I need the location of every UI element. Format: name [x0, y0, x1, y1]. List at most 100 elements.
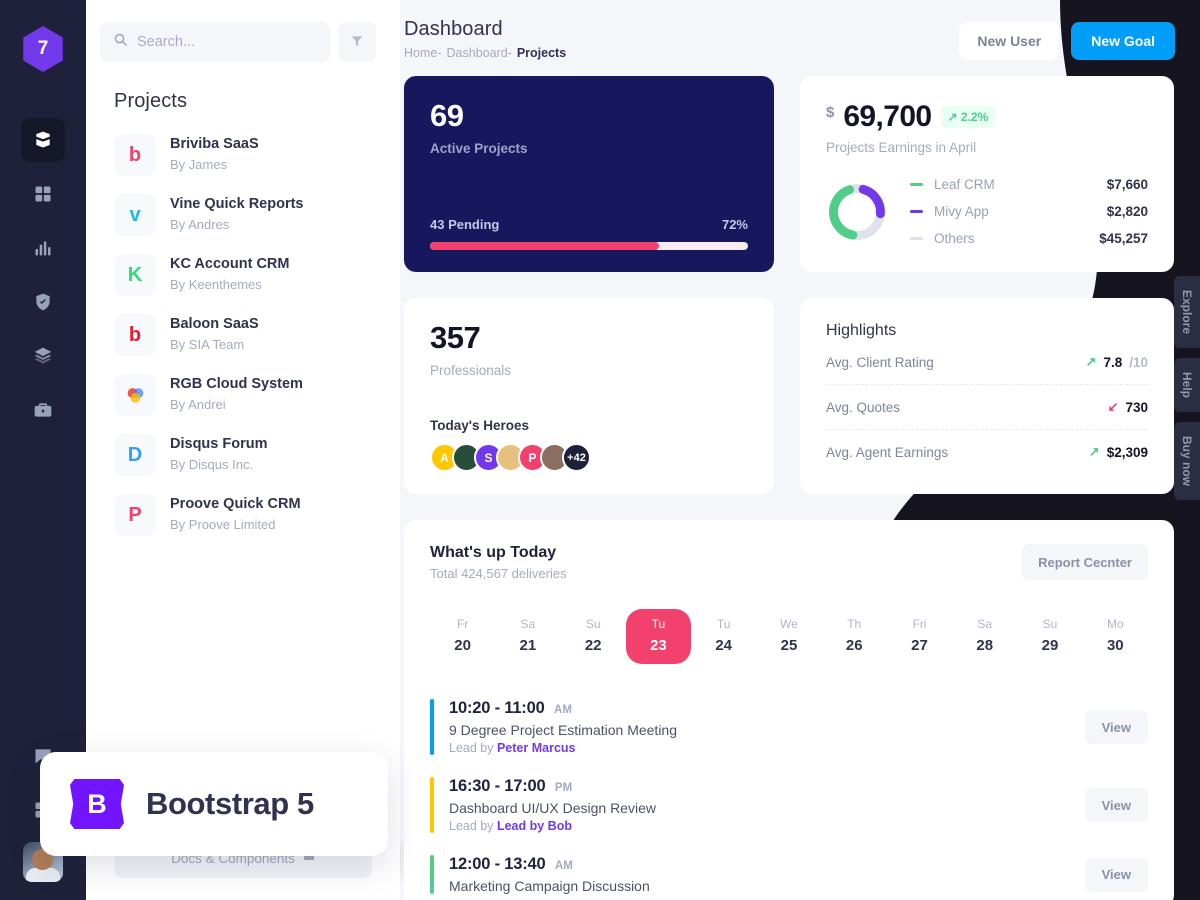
- project-logo-icon: [114, 374, 156, 416]
- arrow-up-icon: ↗: [1085, 354, 1097, 369]
- legend-swatch: [910, 183, 923, 186]
- search-box[interactable]: [100, 22, 330, 62]
- project-text: KC Account CRM By Keenthemes: [170, 255, 289, 294]
- currency-symbol: $: [826, 104, 835, 121]
- bootstrap-promo-badge: B Bootstrap 5: [40, 752, 388, 856]
- sidebar-item-analytics[interactable]: [21, 226, 65, 270]
- highlight-label: Avg. Client Rating: [826, 354, 934, 370]
- earnings-donut-chart: [829, 183, 885, 240]
- active-projects-card[interactable]: 69 Active Projects 43 Pending 72%: [404, 76, 774, 272]
- day-cell[interactable]: Mo 30: [1083, 609, 1148, 664]
- earnings-amount: 69,700: [843, 100, 932, 133]
- legend-label: Leaf CRM: [934, 177, 995, 192]
- day-cell[interactable]: Th 26: [822, 609, 887, 664]
- list-item[interactable]: v Vine Quick Reports By Andres: [86, 185, 400, 245]
- project-name: Briviba SaaS: [170, 136, 259, 153]
- day-number: 25: [780, 637, 798, 654]
- page-title: Dashboard: [404, 18, 503, 40]
- help-tab[interactable]: Help: [1174, 358, 1200, 413]
- project-logo-icon: v: [114, 194, 156, 236]
- day-cell[interactable]: Su 29: [1017, 609, 1082, 664]
- event-row[interactable]: 10:20 - 11:00 AM 9 Degree Project Estima…: [430, 690, 1148, 768]
- day-cell[interactable]: We 25: [756, 609, 821, 664]
- filter-button[interactable]: [338, 22, 376, 62]
- view-button[interactable]: View: [1084, 788, 1148, 822]
- day-of-week: Tu: [651, 617, 666, 631]
- buy-now-tab[interactable]: Buy now: [1174, 422, 1200, 501]
- project-logo-icon: P: [114, 494, 156, 536]
- event-lead-name[interactable]: Peter Marcus: [497, 741, 576, 755]
- list-item[interactable]: b Briviba SaaS By James: [86, 125, 400, 185]
- explore-tab[interactable]: Explore: [1174, 276, 1200, 349]
- list-item[interactable]: P Proove Quick CRM By Proove Limited: [86, 485, 400, 545]
- sidebar-item-security[interactable]: [21, 280, 65, 324]
- active-projects-count: 69: [430, 98, 464, 133]
- list-item[interactable]: K KC Account CRM By Keenthemes: [86, 245, 400, 305]
- legend-value: $2,820: [1106, 204, 1148, 219]
- event-row[interactable]: 16:30 - 17:00 PM Dashboard UI/UX Design …: [430, 768, 1148, 846]
- highlights-card[interactable]: Highlights Avg. Client Rating ↗ 7.8/10 A…: [800, 298, 1174, 494]
- day-number: 20: [454, 637, 471, 654]
- breadcrumb-item-dashboard[interactable]: Dashboard-: [447, 46, 512, 60]
- list-item[interactable]: b Baloon SaaS By SIA Team: [86, 305, 400, 365]
- new-goal-button[interactable]: New Goal: [1071, 22, 1175, 60]
- earnings-card[interactable]: $ 69,700 ↗ 2.2% Projects Earnings in Apr…: [800, 76, 1174, 272]
- page-header: Dashboard Home- Dashboard- Projects New …: [400, 0, 1200, 60]
- sidebar-item-layers[interactable]: [21, 334, 65, 378]
- header-actions: New User New Goal: [959, 18, 1175, 60]
- day-cell[interactable]: Fri 27: [887, 609, 952, 664]
- progress-labels: 43 Pending 72%: [430, 217, 748, 232]
- event-lead: Lead by Peter Marcus: [449, 741, 677, 755]
- cube-icon: [33, 130, 53, 150]
- list-item[interactable]: D Disqus Forum By Disqus Inc.: [86, 425, 400, 485]
- highlight-value-group: ↙ 730: [1108, 399, 1148, 415]
- professionals-card[interactable]: 357 Professionals Today's Heroes A S P +…: [404, 298, 774, 494]
- day-number: 28: [976, 637, 994, 654]
- day-of-week: We: [780, 617, 798, 631]
- day-cell[interactable]: Fr 20: [430, 609, 495, 664]
- earnings-change-badge: ↗ 2.2%: [940, 106, 996, 128]
- project-name: RGB Cloud System: [170, 376, 303, 393]
- view-button[interactable]: View: [1084, 857, 1148, 892]
- project-logo-icon: K: [114, 254, 156, 296]
- breadcrumb-item-home[interactable]: Home-: [404, 46, 442, 60]
- day-cell[interactable]: Su 22: [561, 609, 626, 664]
- panel-title: Projects: [114, 90, 188, 112]
- new-user-button[interactable]: New User: [959, 22, 1060, 60]
- progress-bar-fill: [430, 242, 659, 250]
- layers-icon: [33, 346, 53, 366]
- legend-row: Leaf CRM $7,660: [910, 177, 1148, 192]
- project-name: Disqus Forum: [170, 436, 268, 453]
- sidebar-item-apps[interactable]: [21, 172, 65, 216]
- highlight-value: 730: [1125, 399, 1148, 415]
- view-button[interactable]: View: [1084, 710, 1148, 744]
- professionals-caption: Professionals: [430, 362, 512, 378]
- event-row[interactable]: 12:00 - 13:40 AM Marketing Campaign Disc…: [430, 846, 1148, 900]
- day-cell[interactable]: Sa 28: [952, 609, 1017, 664]
- event-lead-prefix: Lead by: [449, 741, 497, 755]
- pending-label: 43 Pending: [430, 217, 500, 232]
- legend-row: Mivy App $2,820: [910, 204, 1148, 219]
- event-text: 12:00 - 13:40 AM Marketing Campaign Disc…: [449, 855, 650, 894]
- report-center-button[interactable]: Report Cecnter: [1022, 544, 1148, 580]
- progress-bar: [430, 242, 748, 250]
- day-cell-selected[interactable]: Tu 23: [625, 609, 692, 664]
- event-lead-prefix: Lead by: [449, 819, 497, 833]
- event-lead-name[interactable]: Lead by Bob: [497, 819, 572, 833]
- project-name: Baloon SaaS: [170, 316, 259, 333]
- project-text: Vine Quick Reports By Andres: [170, 195, 304, 234]
- event-name: 9 Degree Project Estimation Meeting: [449, 722, 677, 738]
- project-name: Vine Quick Reports: [170, 196, 304, 213]
- sidebar-item-dashboard[interactable]: [21, 118, 65, 162]
- sidebar-item-projects[interactable]: [21, 388, 65, 432]
- legend-label: Mivy App: [934, 204, 989, 219]
- app-logo-badge[interactable]: 7: [23, 26, 63, 72]
- day-of-week: Fr: [456, 617, 469, 631]
- list-item[interactable]: RGB Cloud System By Andrei: [86, 365, 400, 425]
- arrow-down-icon: ↙: [1107, 399, 1119, 414]
- search-input[interactable]: [137, 34, 317, 50]
- today-subtitle: Total 424,567 deliveries: [430, 566, 567, 581]
- day-cell[interactable]: Tu 24: [691, 609, 756, 664]
- avatar-overflow-count[interactable]: +42: [562, 443, 591, 472]
- day-cell[interactable]: Sa 21: [495, 609, 560, 664]
